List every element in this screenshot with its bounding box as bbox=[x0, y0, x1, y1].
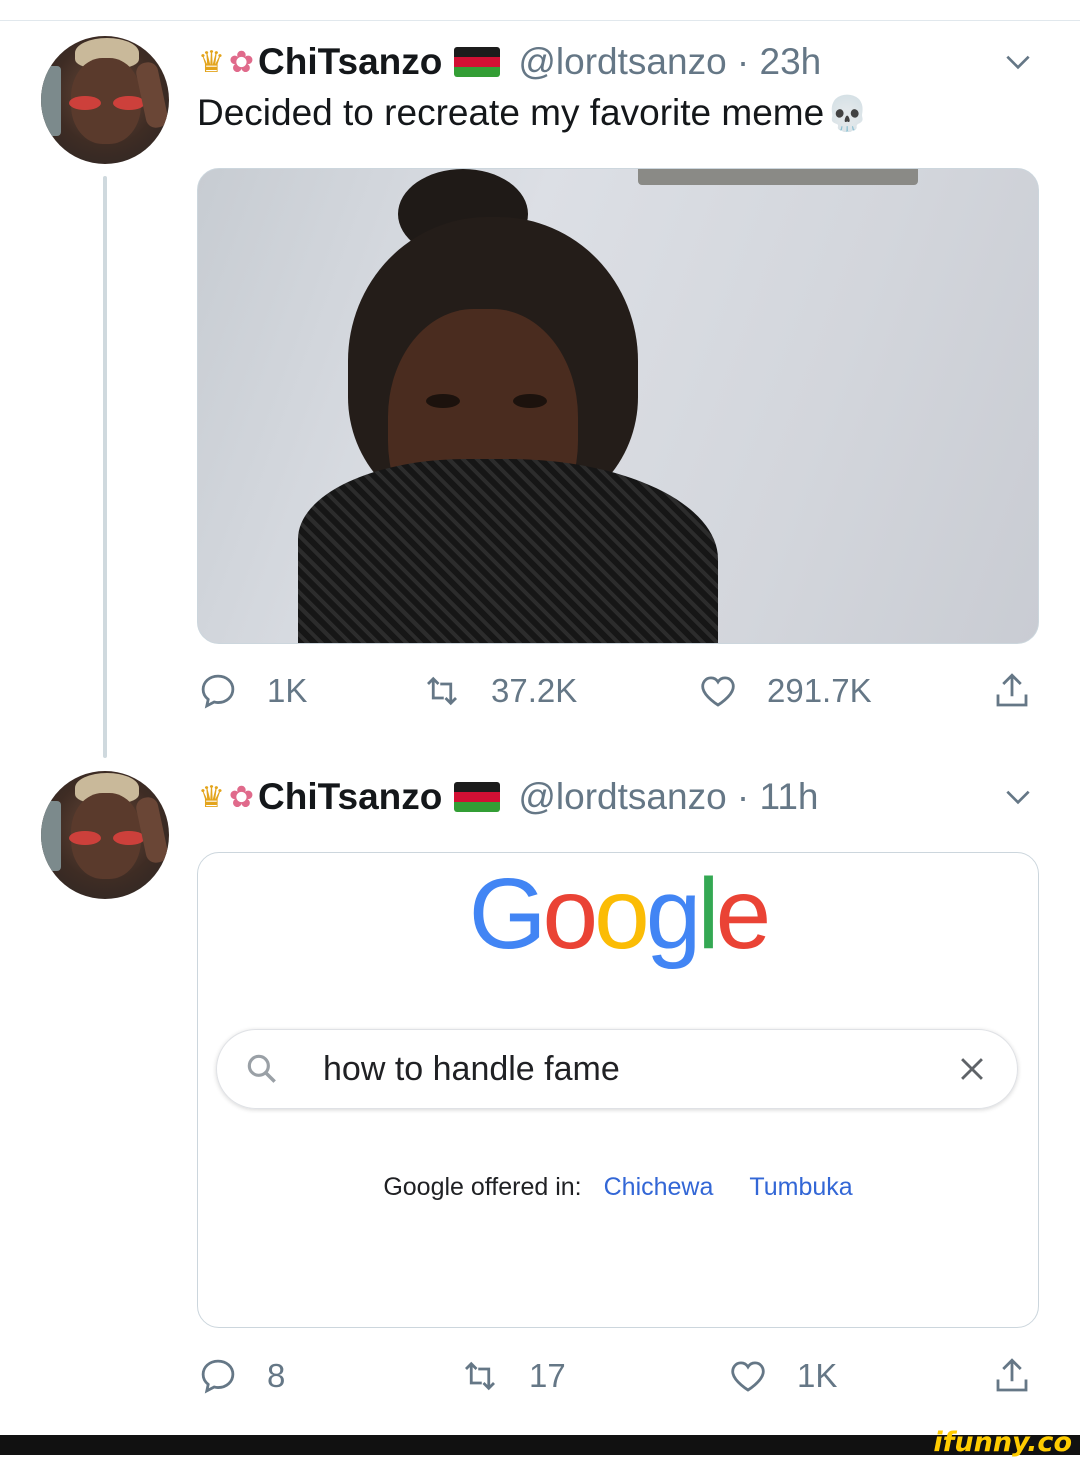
search-icon bbox=[247, 1054, 276, 1083]
reply-icon bbox=[201, 1359, 235, 1394]
search-input[interactable]: how to handle fame bbox=[323, 1050, 620, 1089]
display-name[interactable]: ChiTsanzo bbox=[258, 776, 442, 818]
retweet-count: 37.2K bbox=[491, 672, 578, 709]
retweet-button[interactable]: 37.2K bbox=[421, 670, 577, 712]
tweet-actions: 1K 37.2K 291.7K bbox=[197, 670, 1037, 720]
retweet-button[interactable]: 17 bbox=[459, 1355, 566, 1397]
language-link-chichewa[interactable]: Chichewa bbox=[604, 1173, 714, 1201]
like-icon bbox=[731, 1361, 765, 1392]
reply-count: 8 bbox=[267, 1357, 286, 1394]
search-bar[interactable]: how to handle fame bbox=[216, 1029, 1018, 1109]
like-icon bbox=[701, 676, 735, 707]
reply-icon bbox=[201, 674, 235, 709]
reply-count: 1K bbox=[267, 672, 308, 709]
crown-icon: ♛ bbox=[198, 45, 225, 79]
share-icon bbox=[996, 673, 1028, 707]
tweet-text: Decided to recreate my favorite meme💀 bbox=[197, 92, 869, 133]
language-offer: Google offered in: Chichewa Tumbuka bbox=[198, 1173, 1038, 1202]
google-logo: Google bbox=[468, 858, 771, 970]
chevron-down-icon[interactable] bbox=[1002, 781, 1034, 813]
handle-time[interactable]: @lordtsanzo · 11h bbox=[518, 776, 818, 818]
crown-icon: ♛ bbox=[198, 780, 225, 814]
avatar[interactable] bbox=[41, 771, 169, 899]
display-name[interactable]: ChiTsanzo bbox=[258, 41, 442, 83]
retweet-icon bbox=[465, 1361, 495, 1391]
like-count: 291.7K bbox=[767, 672, 872, 709]
reply-button[interactable]: 8 bbox=[197, 1355, 285, 1397]
watermark-bar bbox=[0, 1435, 1080, 1455]
google-screenshot[interactable]: Google how to handle fame Google offered… bbox=[197, 852, 1039, 1328]
retweet-icon bbox=[427, 676, 457, 706]
tweet-header: ♛ ✿ ChiTsanzo @lordtsanzo · 23h bbox=[198, 37, 821, 87]
skull-icon: 💀 bbox=[826, 95, 869, 133]
language-link-tumbuka[interactable]: Tumbuka bbox=[749, 1173, 852, 1201]
top-divider bbox=[0, 20, 1080, 21]
like-button[interactable]: 291.7K bbox=[697, 670, 872, 712]
flag-icon bbox=[454, 782, 501, 812]
share-button[interactable] bbox=[991, 1355, 1033, 1397]
watermark-logo: ifunny.co bbox=[933, 1427, 1072, 1458]
share-button[interactable] bbox=[991, 670, 1033, 712]
tweet-photo[interactable] bbox=[197, 168, 1039, 644]
chevron-down-icon[interactable] bbox=[1002, 46, 1034, 78]
tweet-actions: 8 17 1K bbox=[197, 1355, 1037, 1405]
clear-icon[interactable] bbox=[955, 1052, 989, 1086]
handle-time[interactable]: @lordtsanzo · 23h bbox=[518, 41, 821, 83]
retweet-count: 17 bbox=[529, 1357, 566, 1394]
tweet-header: ♛ ✿ ChiTsanzo @lordtsanzo · 11h bbox=[198, 772, 819, 822]
hibiscus-icon: ✿ bbox=[228, 780, 255, 814]
offered-label: Google offered in: bbox=[383, 1173, 582, 1201]
share-icon bbox=[996, 1358, 1028, 1392]
like-count: 1K bbox=[797, 1357, 838, 1394]
reply-button[interactable]: 1K bbox=[197, 670, 307, 712]
hibiscus-icon: ✿ bbox=[228, 45, 255, 79]
flag-icon bbox=[454, 47, 501, 77]
thread-connector bbox=[103, 176, 107, 758]
avatar[interactable] bbox=[41, 36, 169, 164]
like-button[interactable]: 1K bbox=[727, 1355, 837, 1397]
